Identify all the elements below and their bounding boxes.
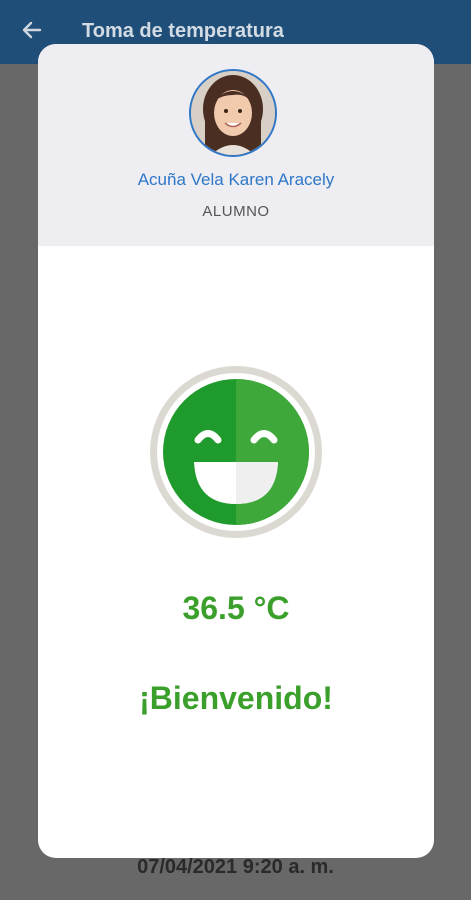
welcome-message: ¡Bienvenido! <box>139 680 333 716</box>
student-role: ALUMNO <box>202 203 270 220</box>
temperature-result-dialog: Acuña Vela Karen Aracely ALUMNO 36.5 °C … <box>38 44 434 858</box>
happy-face-icon <box>148 364 324 540</box>
student-header: Acuña Vela Karen Aracely ALUMNO <box>38 44 434 246</box>
temperature-reading: 36.5 °C <box>182 590 290 626</box>
background-datetime: 07/04/2021 9:20 a. m. <box>137 856 334 878</box>
app-bar-title: Toma de temperatura <box>82 20 284 42</box>
student-avatar <box>189 69 277 157</box>
student-name: Acuña Vela Karen Aracely <box>137 170 335 189</box>
back-arrow-icon[interactable] <box>20 18 44 42</box>
